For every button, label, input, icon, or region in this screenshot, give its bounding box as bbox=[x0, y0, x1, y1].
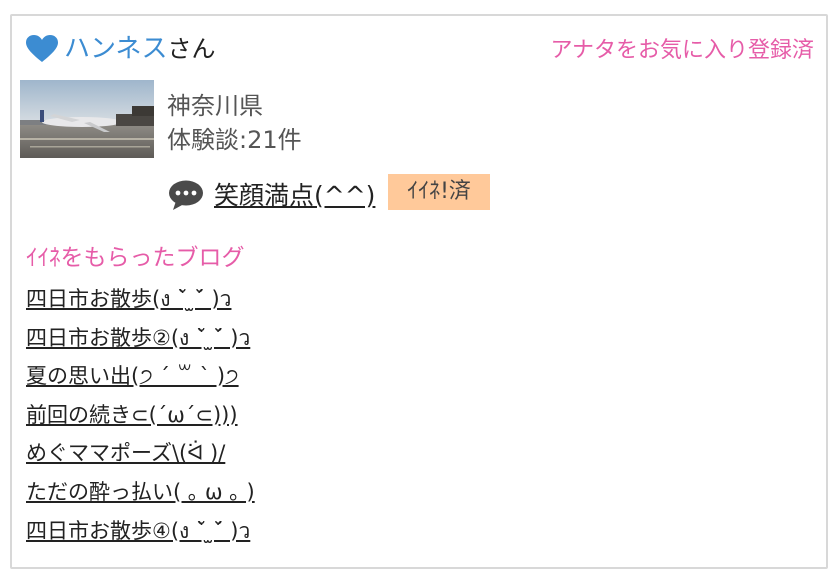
comment-link[interactable]: 笑顔満点(^^) bbox=[214, 176, 375, 212]
heart-icon bbox=[26, 35, 58, 62]
blog-link[interactable]: 前回の続き⊂(´ω´⊂))) bbox=[26, 403, 238, 427]
airplane-photo bbox=[20, 80, 154, 158]
speech-bubble-icon bbox=[169, 180, 203, 210]
blog-link[interactable]: 夏の思い出(੭ ´ ꒳ ` )੭ bbox=[26, 364, 239, 388]
card-header: ハンネスさん アナタをお気に入り登録済 bbox=[26, 26, 814, 66]
list-item: 前回の続き⊂(´ω´⊂))) bbox=[26, 400, 255, 439]
user-card: ハンネスさん アナタをお気に入り登録済 神奈川県 体験談:21件 笑顔満点(^^… bbox=[10, 14, 828, 569]
liked-blogs-title: ｲｲﾈをもらったブログ bbox=[26, 245, 245, 271]
user-name-text[interactable]: ハンネス bbox=[64, 34, 167, 64]
blog-link[interactable]: 四日市お散歩②(ง ˘̀ ̫˘́ )ว bbox=[26, 326, 250, 350]
list-item: めぐママポーズ\(ᐛ )/ bbox=[26, 438, 255, 477]
honorific: さん bbox=[167, 35, 216, 63]
experience-count: 体験談:21件 bbox=[167, 126, 302, 154]
list-item: ただの酔っ払い( ｡ ω ｡ ) bbox=[26, 477, 255, 516]
user-name[interactable]: ハンネスさん bbox=[64, 28, 215, 65]
blog-link[interactable]: ただの酔っ払い( ｡ ω ｡ ) bbox=[26, 480, 255, 504]
profile-photo[interactable] bbox=[20, 80, 154, 158]
list-item: 四日市お散歩②(ง ˘̀ ̫˘́ )ว bbox=[26, 323, 255, 362]
blog-link[interactable]: めぐママポーズ\(ᐛ )/ bbox=[26, 441, 225, 465]
list-item: 四日市お散歩④(ง ˘̀ ̫˘́ )ว bbox=[26, 516, 255, 555]
blog-link[interactable]: 四日市お散歩(ง ˘̀ ̫˘́ )ว bbox=[26, 287, 231, 311]
list-item: 夏の思い出(੭ ´ ꒳ ` )੭ bbox=[26, 361, 255, 400]
iine-done-badge: ｲｲﾈ!済 bbox=[388, 174, 490, 210]
liked-blogs-list: 四日市お散歩(ง ˘̀ ̫˘́ )ว 四日市お散歩②(ง ˘̀ ̫˘́ )ว 夏… bbox=[26, 284, 255, 554]
favorite-status: アナタをお気に入り登録済 bbox=[550, 38, 814, 63]
list-item: 四日市お散歩(ง ˘̀ ̫˘́ )ว bbox=[26, 284, 255, 323]
blog-link[interactable]: 四日市お散歩④(ง ˘̀ ̫˘́ )ว bbox=[26, 519, 250, 543]
prefecture: 神奈川県 bbox=[167, 92, 263, 120]
